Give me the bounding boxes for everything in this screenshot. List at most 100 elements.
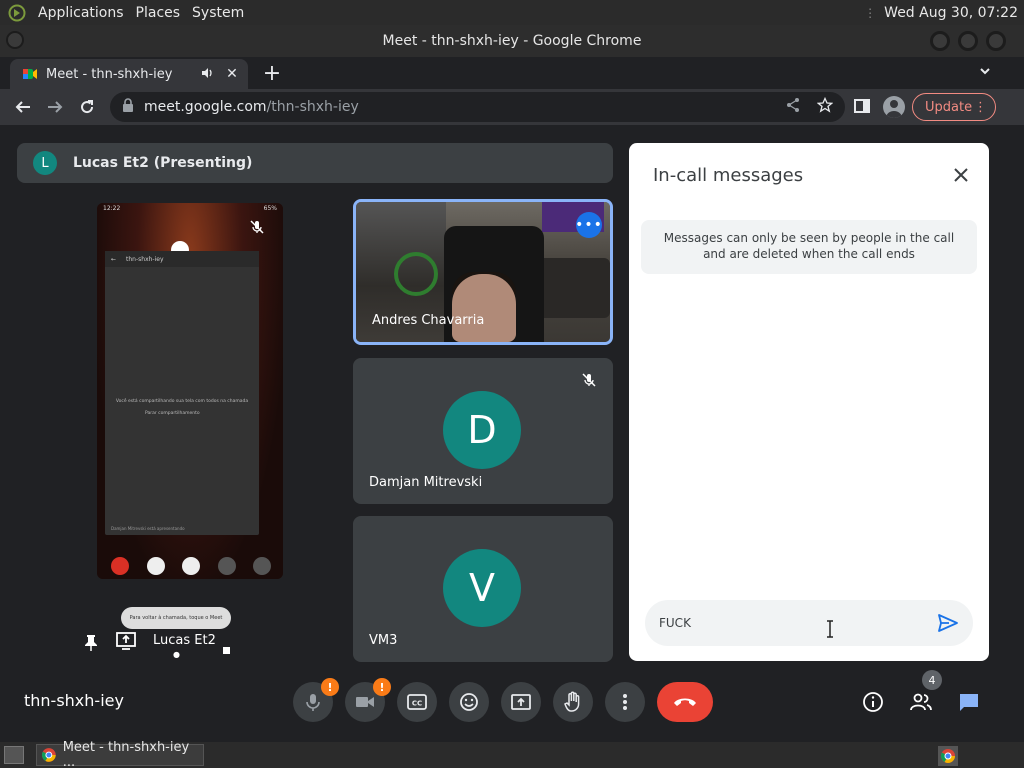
- url-path: /thn-shxh-iey: [266, 99, 359, 115]
- in-call-messages-panel: In-call messages Messages can only be se…: [629, 143, 989, 661]
- lock-icon[interactable]: [122, 98, 134, 116]
- participant-name: VM3: [369, 633, 398, 648]
- captions-button[interactable]: CC: [397, 682, 437, 722]
- presenter-avatar: L: [33, 151, 57, 175]
- phone-meet-title: thn-shxh-iey: [126, 255, 164, 263]
- participant-avatar: D: [443, 391, 521, 469]
- people-count-badge: 4: [922, 670, 942, 690]
- window-title: Meet - thn-shxh-iey - Google Chrome: [382, 33, 642, 49]
- participant-name: Andres Chavarria: [372, 313, 485, 328]
- presenter-name: Lucas Et2: [153, 633, 216, 648]
- distro-logo-icon[interactable]: [6, 2, 28, 24]
- presenting-banner: L Lucas Et2 (Presenting): [17, 143, 613, 183]
- meeting-details-icon[interactable]: [853, 682, 893, 722]
- system-top-panel: Applications Places System ⋮ Wed Aug 30,…: [0, 0, 1024, 25]
- svg-text:CC: CC: [412, 700, 422, 708]
- pin-icon[interactable]: [83, 633, 99, 657]
- tab-strip: Meet - thn-shxh-iey ✕ +: [0, 57, 1024, 89]
- meet-page: L Lucas Et2 (Presenting) 12:22 65% ← thn…: [0, 125, 1024, 742]
- phone-stop-sharing: Parar compartilhamento: [145, 411, 200, 416]
- participant-tile[interactable]: D Damjan Mitrevski: [353, 358, 613, 504]
- panel-grip-icon: ⋮: [864, 5, 877, 20]
- meet-favicon-icon: [22, 66, 38, 82]
- window-menu-button[interactable]: [6, 31, 24, 49]
- tab-close-icon[interactable]: ✕: [222, 66, 242, 82]
- minimize-button[interactable]: [930, 31, 950, 51]
- taskbar-chrome-window[interactable]: Meet - thn-shxh-iey ...: [36, 740, 204, 768]
- presenter-mic-off-icon: [249, 219, 265, 239]
- phone-more-icon: [253, 557, 271, 575]
- present-screen-icon[interactable]: [115, 631, 137, 655]
- leave-call-button[interactable]: [657, 682, 713, 722]
- phone-time: 12:22: [103, 205, 121, 212]
- phone-status-bar: 12:22 65%: [97, 205, 283, 217]
- url-host: meet.google.com: [144, 99, 267, 115]
- present-now-button[interactable]: [501, 682, 541, 722]
- mic-button[interactable]: !: [293, 678, 339, 722]
- more-options-menu-button[interactable]: [605, 682, 645, 722]
- text-cursor-icon: [825, 620, 835, 642]
- taskbar-task-label: Meet - thn-shxh-iey ...: [62, 740, 190, 768]
- message-input[interactable]: [659, 616, 899, 630]
- meeting-code: thn-shxh-iey: [24, 691, 124, 710]
- phone-mic-icon: [182, 557, 200, 575]
- maximize-button[interactable]: [958, 31, 978, 51]
- more-options-button[interactable]: •••: [575, 212, 602, 238]
- phone-hangup-icon: [111, 557, 129, 575]
- phone-sharing-message: Você está compartilhando sua tela com to…: [115, 399, 249, 404]
- messages-notice: Messages can only be seen by people in t…: [641, 220, 977, 274]
- send-icon[interactable]: [937, 613, 959, 637]
- tray-chrome-icon[interactable]: [938, 746, 958, 766]
- kebab-menu-icon[interactable]: ⋮: [974, 100, 987, 115]
- phone-meet-screen: ← thn-shxh-iey Você está compartilhando …: [105, 251, 259, 535]
- address-bar[interactable]: meet.google.com/thn-shxh-iey: [110, 92, 845, 122]
- system-taskbar: Meet - thn-shxh-iey ...: [0, 740, 1024, 768]
- mic-alert-badge: !: [321, 678, 339, 696]
- phone-presenting-footer: Damjan Mitrevski está apresentando: [111, 526, 185, 531]
- bookmark-star-icon[interactable]: [816, 96, 834, 117]
- phone-toast: Para voltar à chamada, toque o Meet: [121, 607, 231, 629]
- system-menu[interactable]: System: [186, 5, 250, 21]
- close-panel-icon[interactable]: [951, 165, 971, 189]
- forward-arrow-icon[interactable]: [39, 91, 71, 123]
- applications-menu[interactable]: Applications: [32, 5, 130, 21]
- phone-battery: 65%: [263, 205, 277, 212]
- tab-audio-icon[interactable]: [200, 66, 216, 82]
- participant-avatar: V: [443, 549, 521, 627]
- panel-title: In-call messages: [653, 165, 804, 186]
- phone-meet-header: ← thn-shxh-iey: [105, 251, 259, 267]
- new-tab-button[interactable]: +: [260, 61, 284, 86]
- close-window-button[interactable]: [986, 31, 1006, 51]
- browser-toolbar: meet.google.com/thn-shxh-iey Update ⋮: [0, 89, 1024, 125]
- places-menu[interactable]: Places: [130, 5, 187, 21]
- mic-off-icon: [581, 372, 597, 392]
- window-titlebar[interactable]: Meet - thn-shxh-iey - Google Chrome: [0, 25, 1024, 57]
- emoji-button[interactable]: [449, 682, 489, 722]
- participant-tile[interactable]: ••• Andres Chavarria: [353, 199, 613, 345]
- update-label: Update: [925, 99, 973, 115]
- presentation-tile[interactable]: 12:22 65% ← thn-shxh-iey Você está compa…: [17, 195, 335, 665]
- presentation-pager-square: [223, 647, 230, 654]
- side-panel-icon[interactable]: [852, 96, 872, 120]
- back-arrow-icon[interactable]: [7, 91, 39, 123]
- message-composer[interactable]: [645, 600, 973, 646]
- camera-alert-badge: !: [373, 678, 391, 696]
- raise-hand-button[interactable]: [553, 682, 593, 722]
- shared-phone-screen: 12:22 65% ← thn-shxh-iey Você está compa…: [97, 203, 283, 579]
- phone-controls: [111, 557, 271, 575]
- share-icon[interactable]: [785, 97, 801, 117]
- clock[interactable]: Wed Aug 30, 07:22: [884, 5, 1018, 21]
- phone-hand-icon: [217, 557, 236, 575]
- presentation-pager: ●: [173, 650, 180, 659]
- participant-name: Damjan Mitrevski: [369, 475, 483, 490]
- tab-search-chevron-icon[interactable]: [978, 63, 992, 82]
- profile-avatar-icon[interactable]: [883, 96, 905, 118]
- update-button[interactable]: Update ⋮: [912, 93, 996, 121]
- chat-icon[interactable]: [949, 682, 989, 722]
- participant-tile[interactable]: V VM3: [353, 516, 613, 662]
- browser-tab[interactable]: Meet - thn-shxh-iey ✕: [10, 59, 248, 89]
- phone-camera-icon: [146, 557, 165, 575]
- reload-icon[interactable]: [71, 91, 103, 123]
- camera-button[interactable]: !: [345, 678, 391, 722]
- show-desktop-icon[interactable]: [4, 746, 24, 764]
